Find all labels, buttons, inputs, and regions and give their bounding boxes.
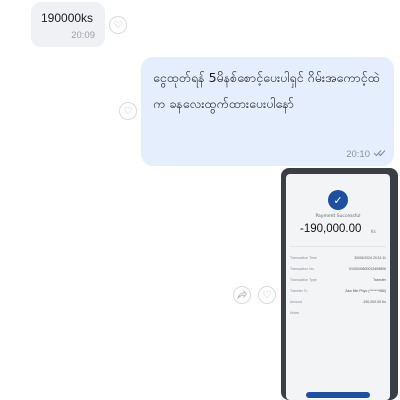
- receipt-row: Amount -190,000.00 Ks: [290, 299, 386, 304]
- forward-icon[interactable]: [233, 286, 251, 304]
- react-heart-icon[interactable]: ♡: [119, 102, 137, 120]
- image-message[interactable]: ✓ Payment Successful -190,000.00 Ks Tran…: [281, 168, 398, 400]
- receipt-row: Transaction Type Transfer: [290, 277, 386, 282]
- double-check-icon: [373, 149, 386, 160]
- incoming-message-bubble[interactable]: 190000ks 20:09: [31, 2, 105, 47]
- receipt-row: Transfer To Zaw Min Phyo (*******986): [290, 288, 386, 293]
- divider: [290, 246, 386, 247]
- outgoing-message-bubble[interactable]: ငွေထုတ်ရန် 5မိနစ်စောင့်ပေးပါရှင် ဂိမ်းအက…: [141, 57, 394, 166]
- check-icon: ✓: [328, 190, 348, 210]
- receipt-button: [306, 392, 370, 398]
- incoming-message-time: 20:09: [71, 30, 95, 41]
- receipt-row: Transaction No. 0100340600013409806: [290, 266, 386, 271]
- react-heart-icon[interactable]: ♡: [109, 16, 127, 34]
- payment-status: Payment Successful: [315, 214, 361, 219]
- payment-receipt-screenshot: ✓ Payment Successful -190,000.00 Ks Tran…: [286, 174, 390, 400]
- receipt-row: Transaction Time 30/06/2024 20:11:11: [290, 255, 386, 260]
- receipt-row: Notes: [290, 310, 300, 315]
- payment-currency: Ks: [371, 229, 376, 234]
- payment-amount: -190,000.00: [300, 223, 362, 235]
- outgoing-message-text: ငွေထုတ်ရန် 5မိနစ်စောင့်ပေးပါရှင် ဂိမ်းအက…: [153, 70, 380, 111]
- react-heart-icon[interactable]: ♡: [258, 286, 276, 304]
- incoming-message-text: 190000ks: [41, 11, 94, 25]
- outgoing-message-meta: 20:10: [346, 149, 386, 160]
- outgoing-message-time: 20:10: [346, 149, 370, 160]
- receipt-details: Transaction Time 30/06/2024 20:11:11 Tran…: [290, 252, 386, 318]
